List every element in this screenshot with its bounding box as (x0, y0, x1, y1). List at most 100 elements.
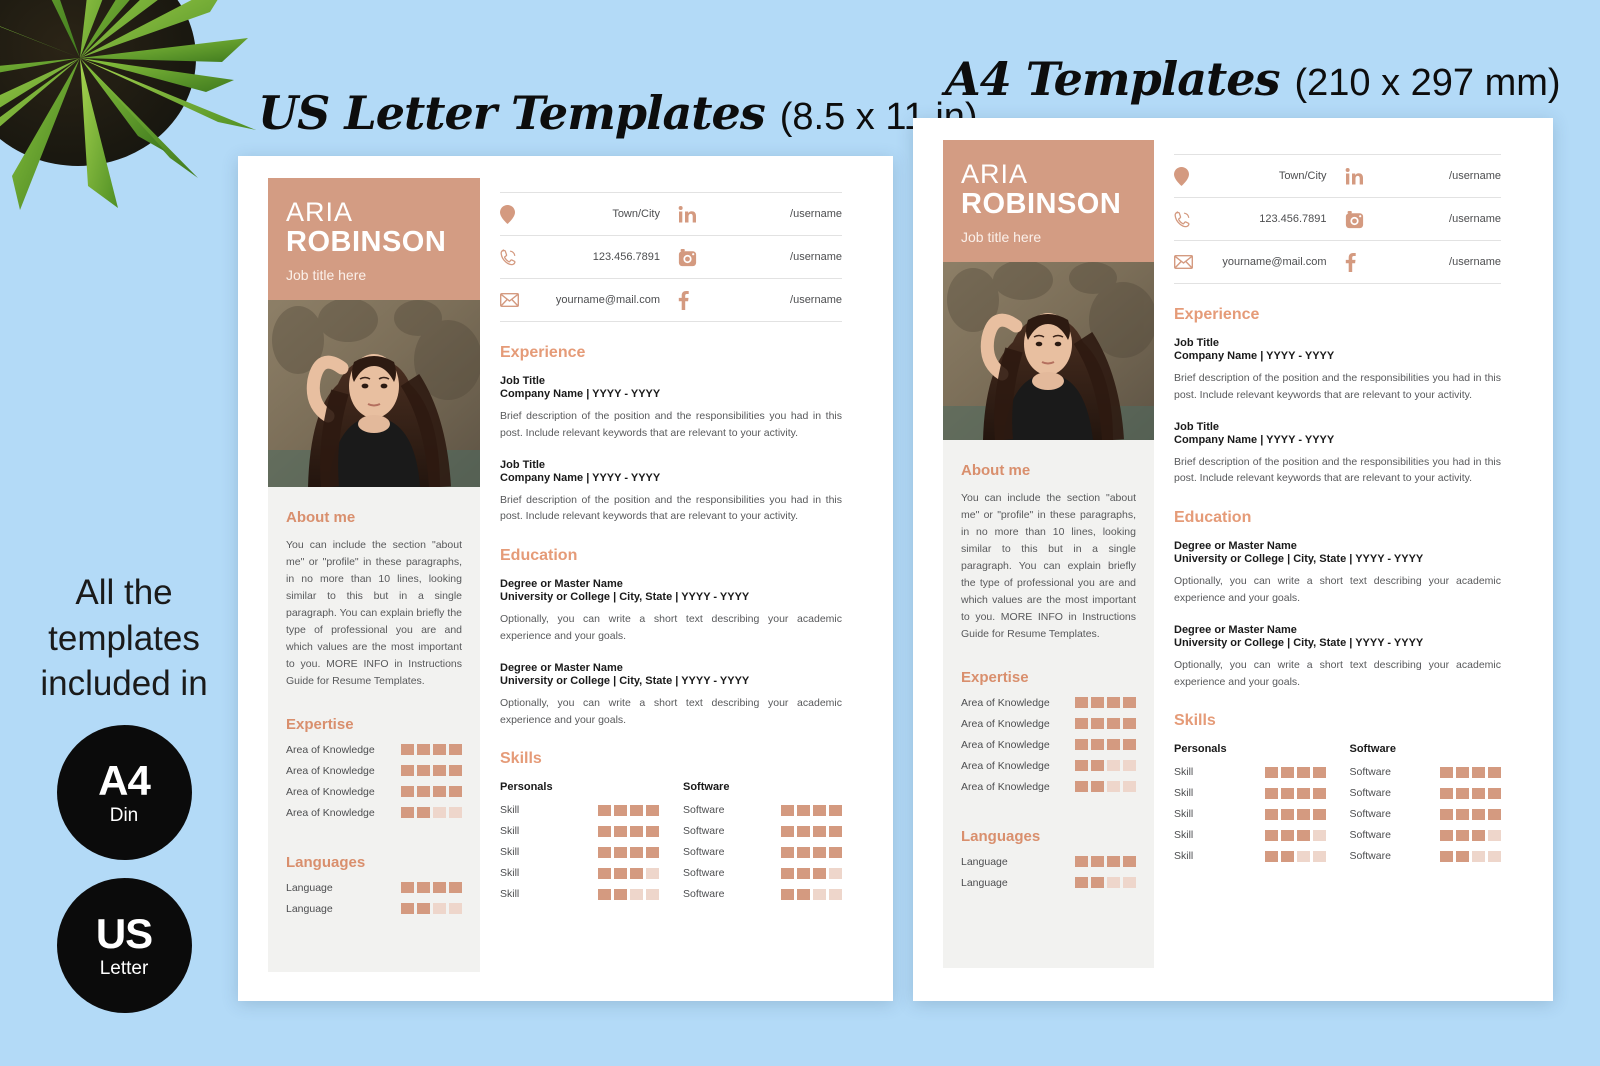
rating-label: Area of Knowledge (961, 696, 1050, 709)
contact-value: yourname@mail.com (555, 294, 660, 306)
rating-row: Skill (1174, 766, 1326, 778)
facebook-icon[interactable] (1345, 252, 1385, 272)
rating-box (449, 903, 462, 915)
rating-box (417, 786, 430, 798)
rating-box (417, 744, 430, 756)
entry-body: Brief description of the position and th… (500, 493, 842, 523)
rating-box (1312, 787, 1326, 799)
promo-column: All the templates included in A4 Din US … (14, 570, 234, 1013)
rating-box (781, 846, 794, 858)
contact-value: 123.456.7891 (1259, 213, 1327, 225)
rating-box (417, 807, 430, 819)
rating-boxes (781, 846, 842, 858)
resume-entry: Job Title Company Name | YYYY - YYYY Brief… (1174, 337, 1501, 404)
rating-label: Skill (500, 888, 520, 901)
rating-box (614, 804, 627, 816)
a4-experience-items: Job Title Company Name | YYYY - YYYY Brief… (1174, 337, 1501, 487)
rating-label: Skill (500, 867, 520, 880)
rating-box (1456, 766, 1469, 778)
rating-boxes (1075, 781, 1136, 793)
entry-title: Job Title (500, 375, 546, 387)
us-letter-title: US Letter Templates (8.5 x 11 in) (258, 86, 978, 140)
rating-box (829, 825, 842, 837)
entry-title: Degree or Master Name (1174, 540, 1297, 553)
location-pin-icon (500, 204, 536, 224)
instagram-icon[interactable] (1345, 210, 1385, 229)
rating-box (401, 903, 414, 915)
rating-box (1312, 829, 1326, 841)
entry-subtitle: Company Name | YYYY - YYYY (1174, 433, 1335, 446)
rating-boxes (598, 867, 659, 879)
rating-box (401, 807, 414, 819)
rating-label: Software (1349, 808, 1391, 821)
entry-body: Brief description of the position and th… (1174, 455, 1501, 485)
a4-first-name: ARIA (961, 159, 1029, 189)
rating-label: Area of Knowledge (961, 717, 1050, 730)
rating-row: Area of Knowledge (286, 807, 462, 819)
rating-label: Skill (1174, 787, 1194, 800)
contact-row[interactable]: 123.456.7891/username (500, 236, 842, 279)
us-expertise-rows: Area of Knowledge Area of Knowledge Area o… (286, 744, 462, 819)
rating-row: Software (683, 867, 842, 879)
rating-box (646, 888, 659, 900)
rating-box (1075, 877, 1088, 889)
a4-last-name: ROBINSON (961, 188, 1122, 221)
contact-value: yourname@mail.com (1222, 256, 1327, 268)
rating-box (1488, 787, 1501, 799)
entry-body: Brief description of the position and th… (500, 410, 842, 439)
rating-box (598, 846, 611, 858)
rating-box (797, 888, 810, 900)
a4-resume: ARIA ROBINSON Job title here About me Yo… (943, 140, 1521, 968)
rating-box (630, 867, 643, 879)
rating-box (1456, 850, 1469, 862)
rating-box (829, 804, 842, 816)
rating-box (1280, 850, 1294, 862)
rating-row: Language (286, 903, 462, 915)
rating-box (1472, 829, 1485, 841)
us-last-name: ROBINSON (286, 226, 447, 259)
rating-box (781, 825, 794, 837)
linkedin-icon[interactable] (678, 205, 718, 223)
rating-box (781, 888, 794, 900)
rating-row: Area of Knowledge (961, 760, 1136, 772)
rating-box (630, 846, 643, 858)
facebook-icon[interactable] (678, 290, 718, 310)
rating-boxes (781, 867, 842, 879)
rating-label: Skill (500, 846, 520, 859)
rating-box (646, 867, 659, 879)
rating-box (1123, 718, 1136, 730)
contact-value: Town/City (612, 208, 660, 220)
rating-label: Skill (1174, 850, 1194, 863)
us-skills-software-header: Software (683, 781, 730, 794)
rating-box (646, 825, 659, 837)
contact-row[interactable]: yourname@mail.com/username (1174, 241, 1501, 284)
rating-box (401, 765, 414, 777)
entry-title: Job Title (1174, 420, 1220, 433)
rating-box (1456, 787, 1469, 799)
entry-subtitle: University or College | City, State | YY… (500, 674, 750, 687)
badge-us-letter: US Letter (56, 877, 192, 1013)
rating-box (1296, 808, 1310, 820)
rating-row: Software (1350, 829, 1501, 841)
rating-row: Software (683, 846, 842, 858)
rating-box (433, 903, 446, 915)
rating-boxes (781, 825, 842, 837)
entry-body: Optionally, you can write a short text d… (1174, 575, 1501, 604)
a4-contact-list: Town/City/username 123.456.7891/username y… (1174, 154, 1501, 284)
us-main-column: Town/City/username 123.456.7891/username y… (480, 178, 862, 972)
rating-label: Software (1349, 850, 1391, 863)
rating-box (1091, 697, 1104, 709)
contact-row[interactable]: 123.456.7891/username (1174, 198, 1501, 241)
contact-row[interactable]: Town/City/username (500, 193, 842, 236)
a4-name-band: ARIA ROBINSON Job title here (943, 140, 1154, 262)
rating-boxes (781, 888, 842, 900)
instagram-icon[interactable] (678, 248, 718, 267)
linkedin-icon[interactable] (1345, 167, 1385, 185)
rating-box (781, 867, 794, 879)
rating-box (813, 804, 826, 816)
us-languages-heading: Languages (286, 853, 366, 871)
contact-row[interactable]: yourname@mail.com/username (500, 279, 842, 322)
rating-boxes (598, 888, 659, 900)
rating-box (1075, 856, 1088, 868)
contact-row[interactable]: Town/City/username (1174, 155, 1501, 198)
